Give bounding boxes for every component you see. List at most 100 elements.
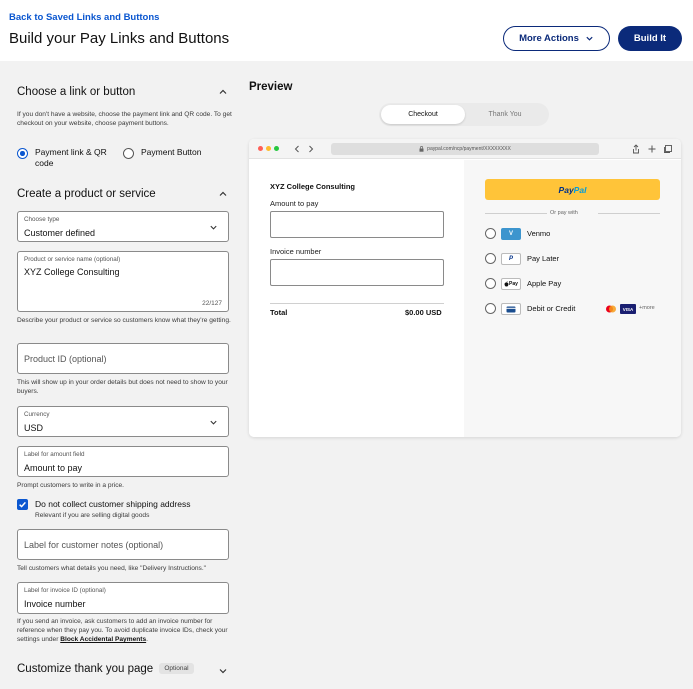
forward-arrow-icon: [309, 145, 314, 153]
browser-toolbar: paypal.com/ncp/payment/XXXXXXXX: [249, 139, 681, 159]
preview-title: Preview: [249, 81, 293, 93]
invoice-id-field[interactable]: Label for invoice ID (optional) Invoice …: [17, 582, 229, 614]
thankyou-section-title[interactable]: Customize thank you page Optional: [17, 663, 194, 675]
customer-notes-placeholder: Label for customer notes (optional): [24, 540, 164, 550]
payment-link-label: Payment link & QR code: [35, 147, 107, 168]
currency-select[interactable]: Currency USD: [17, 406, 229, 437]
url-text: paypal.com/ncp/payment/XXXXXXXX: [427, 146, 511, 152]
product-name-counter: 22/127: [202, 300, 222, 307]
browser-mockup: paypal.com/ncp/payment/XXXXXXXX XYZ Coll…: [249, 139, 681, 437]
venmo-icon: V: [501, 228, 521, 240]
customer-notes-field[interactable]: Label for customer notes (optional): [17, 529, 229, 560]
amount-label-help: Prompt customers to write in a price.: [17, 482, 125, 489]
chevron-up-icon[interactable]: [218, 87, 228, 97]
mastercard-icon: [606, 305, 616, 313]
payment-method-venmo[interactable]: V Venmo: [485, 227, 660, 241]
product-name-value: XYZ College Consulting: [24, 267, 120, 277]
pay-later-radio[interactable]: [485, 253, 496, 264]
product-section-title: Create a product or service: [17, 188, 156, 200]
link-section-title: Choose a link or button: [17, 86, 136, 98]
amount-to-pay-label: Amount to pay: [270, 199, 319, 208]
amount-label-caption: Label for amount field: [24, 451, 85, 458]
payment-method-card[interactable]: Debit or Credit VISA +more: [485, 302, 660, 316]
chevron-up-icon[interactable]: [218, 189, 228, 199]
chevron-down-icon: [210, 225, 217, 230]
divider-right: [598, 213, 660, 214]
product-id-placeholder: Product ID (optional): [24, 354, 107, 364]
tab-thank-you[interactable]: Thank You: [463, 105, 547, 124]
paypal-logo-pal: Pal: [573, 184, 587, 195]
payment-method-pay-later[interactable]: P Pay Later: [485, 252, 660, 266]
choose-type-value: Customer defined: [24, 228, 96, 238]
back-arrow-icon: [294, 145, 299, 153]
divider-left: [485, 213, 547, 214]
tabs-overview-icon: [664, 145, 672, 153]
maximize-dot-icon: [274, 146, 279, 151]
checkout-form: XYZ College Consulting Amount to pay Inv…: [249, 160, 464, 437]
or-pay-with-text: Or pay with: [550, 210, 578, 216]
choose-type-label: Choose type: [24, 216, 60, 223]
apple-pay-icon: Pay: [501, 278, 521, 290]
more-actions-button[interactable]: More Actions: [503, 26, 610, 51]
card-icon: [501, 303, 521, 315]
more-actions-label: More Actions: [519, 33, 579, 44]
product-id-help: This will show up in your order details …: [17, 379, 228, 395]
checkmark-icon: [19, 501, 26, 508]
invoice-number-input[interactable]: [270, 259, 444, 286]
chevron-down-icon: [586, 36, 593, 41]
thankyou-title-text: Customize thank you page: [17, 663, 154, 675]
apple-pay-label: Apple Pay: [527, 279, 562, 288]
venmo-label: Venmo: [527, 229, 551, 238]
more-cards-text: +more: [639, 305, 655, 311]
currency-label: Currency: [24, 411, 50, 418]
currency-value: USD: [24, 423, 44, 433]
product-name-help: Describe your product or service so cust…: [17, 317, 231, 324]
paypal-logo-pay: Pay: [558, 184, 574, 195]
card-radio[interactable]: [485, 303, 496, 314]
choose-type-select[interactable]: Choose type Customer defined: [17, 211, 229, 242]
block-accidental-payments-link[interactable]: Block Accidental Payments: [60, 636, 146, 643]
product-id-field[interactable]: Product ID (optional): [17, 343, 229, 374]
product-name-label: Product or service name (optional): [24, 256, 121, 263]
pay-later-label: Pay Later: [527, 254, 560, 263]
visa-icon: VISA: [620, 304, 636, 314]
invoice-id-label: Label for invoice ID (optional): [24, 587, 106, 594]
page-title: Build your Pay Links and Buttons: [9, 30, 230, 47]
apple-pay-radio[interactable]: [485, 278, 496, 289]
close-dot-icon: [258, 146, 263, 151]
product-name-field[interactable]: Product or service name (optional) XYZ C…: [17, 251, 229, 312]
total-divider: [270, 303, 444, 304]
paypal-p-icon: P: [501, 253, 521, 265]
build-it-button[interactable]: Build It: [618, 26, 682, 51]
chevron-down-icon: [210, 420, 217, 425]
payment-link-radio[interactable]: [17, 148, 28, 159]
back-to-saved-links[interactable]: Back to Saved Links and Buttons: [9, 12, 159, 23]
paypal-button[interactable]: Pay Pal: [485, 179, 660, 200]
payment-button-label: Payment Button: [141, 147, 202, 157]
invoice-number-label: Invoice number: [270, 247, 322, 256]
optional-badge: Optional: [159, 663, 194, 674]
card-label: Debit or Credit: [527, 304, 576, 313]
payment-method-apple-pay[interactable]: Pay Apple Pay: [485, 277, 660, 291]
merchant-name: XYZ College Consulting: [270, 182, 356, 191]
total-amount: $0.00 USD: [405, 308, 442, 317]
credit-card-glyph: [506, 306, 516, 312]
amount-to-pay-input[interactable]: [270, 211, 444, 238]
invoice-help-end: .: [146, 636, 148, 643]
settings-panel: Choose a link or button If you don't hav…: [0, 61, 240, 689]
tab-checkout[interactable]: Checkout: [381, 105, 465, 124]
shipping-label: Do not collect customer shipping address: [35, 499, 191, 509]
shipping-checkbox[interactable]: [17, 499, 28, 510]
amount-label-field[interactable]: Label for amount field Amount to pay: [17, 446, 229, 477]
apple-pay-icon-text: Pay: [509, 281, 518, 287]
lock-icon: [419, 146, 424, 152]
share-icon: [633, 144, 639, 154]
chevron-down-icon[interactable]: [218, 666, 228, 676]
customer-notes-help: Tell customers what details you need, li…: [17, 565, 207, 572]
page-header: Back to Saved Links and Buttons Build yo…: [0, 0, 693, 61]
url-bar: paypal.com/ncp/payment/XXXXXXXX: [331, 143, 599, 155]
payment-button-radio[interactable]: [123, 148, 134, 159]
link-section-help: If you don't have a website, choose the …: [17, 111, 232, 127]
venmo-radio[interactable]: [485, 228, 496, 239]
total-label: Total: [270, 308, 288, 317]
